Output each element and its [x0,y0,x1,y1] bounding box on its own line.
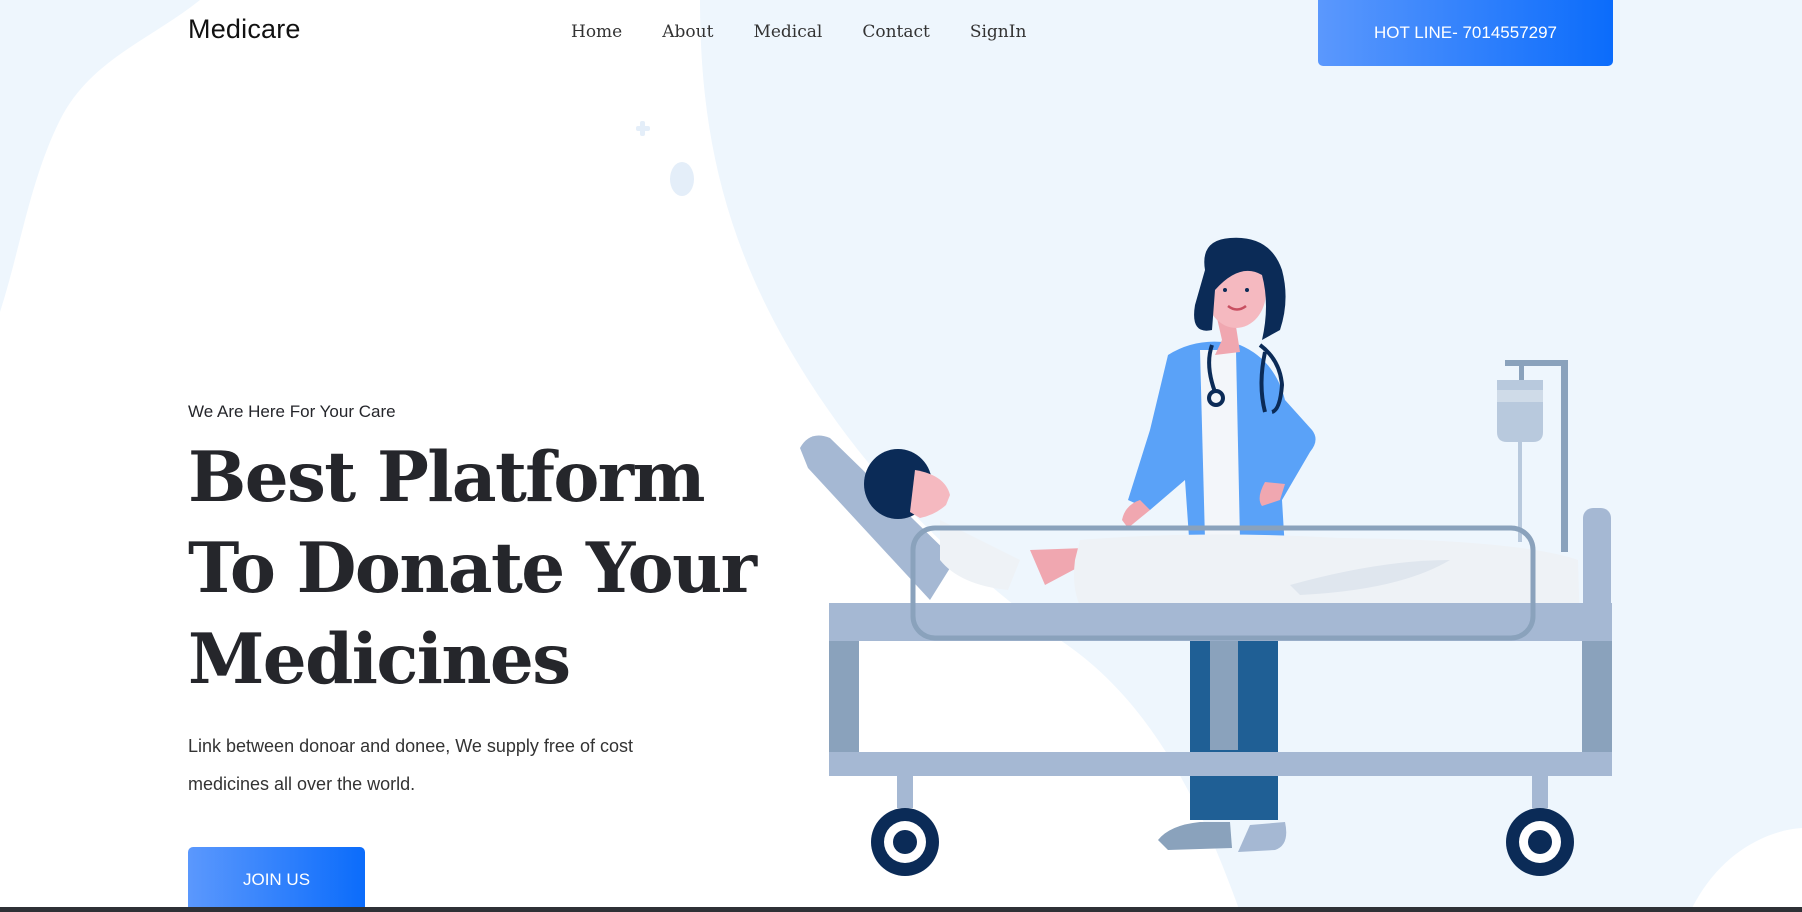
bed-wheel-right [1506,808,1574,876]
description-line-1: Link between donoar and donee, We supply… [188,736,633,756]
hero-tagline: We Are Here For Your Care [188,402,396,421]
brand-logo[interactable]: Medicare [188,14,301,45]
nav-item-home[interactable]: Home [571,22,622,42]
plus-icon [636,121,650,136]
headline-line-2: To Donate Your [188,528,757,609]
headline-line-1: Best Platform [188,437,706,518]
nav-item-contact[interactable]: Contact [862,22,930,42]
hero-headline: Best Platform To Donate Your Medicines [188,432,757,705]
hotline-button[interactable]: HOT LINE- 7014557297 [1318,0,1613,66]
main-nav: Home About Medical Contact SignIn [571,22,1066,42]
bed-wheel-left [871,808,939,876]
hero-description: Link between donoar and donee, We supply… [188,727,708,803]
nav-item-about[interactable]: About [662,22,713,42]
oval-icon [670,162,694,196]
hospital-illustration [800,237,1612,876]
join-us-button[interactable]: JOIN US [188,847,365,912]
hero-section: We Are Here For Your Care Best Platform … [188,402,757,803]
headline-line-3: Medicines [188,619,571,700]
site-header: Medicare Home About Medical Contact Sign… [0,0,1802,70]
doctor-figure [1122,237,1316,552]
iv-stand-icon [1497,360,1568,552]
description-line-2: medicines all over the world. [188,774,416,794]
bottom-scroll-bar [0,907,1802,912]
nav-item-signin[interactable]: SignIn [970,22,1027,42]
nav-item-medical[interactable]: Medical [753,22,822,42]
